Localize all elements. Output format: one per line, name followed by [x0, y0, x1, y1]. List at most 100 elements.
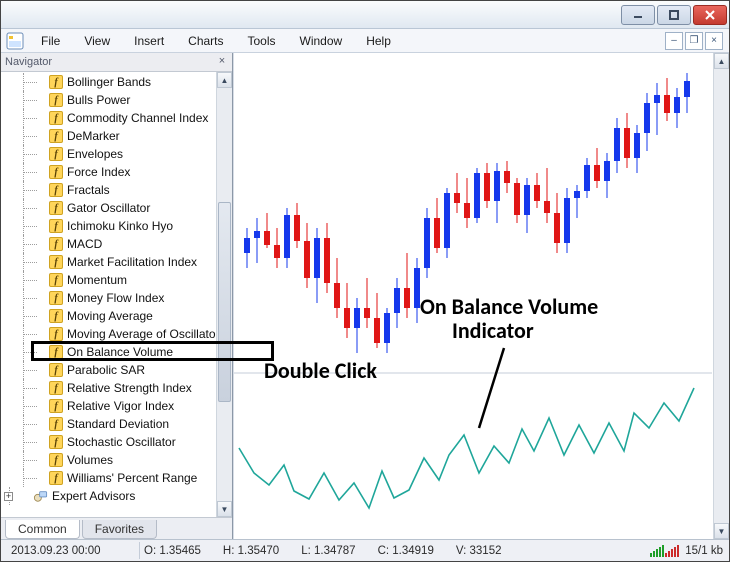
indicator-item[interactable]: fCommodity Channel Index — [1, 109, 216, 127]
navigator-tree[interactable]: f Bollinger Bands f Bulls Power fCommodity C… — [1, 72, 216, 517]
indicator-label: Standard Deviation — [67, 417, 169, 431]
indicator-icon: f — [49, 237, 63, 251]
window-maximize-button[interactable] — [657, 5, 691, 25]
indicator-icon: f — [49, 291, 63, 305]
menu-help[interactable]: Help — [354, 30, 403, 52]
indicator-item[interactable]: f Bulls Power — [1, 91, 216, 109]
status-volume: V: 33152 — [456, 545, 502, 557]
indicator-icon: f — [49, 201, 63, 215]
mdi-close-button[interactable]: × — [705, 32, 723, 50]
menu-insert[interactable]: Insert — [122, 30, 176, 52]
indicator-label: Relative Strength Index — [67, 381, 192, 395]
indicator-item[interactable]: fIchimoku Kinko Hyo — [1, 217, 216, 235]
navigator-tab-favorites[interactable]: Favorites — [82, 520, 157, 539]
scroll-thumb[interactable] — [218, 202, 231, 402]
indicator-icon: f — [49, 471, 63, 485]
indicator-label: DeMarker — [67, 129, 120, 143]
expert-advisors-label: Expert Advisors — [52, 489, 135, 503]
indicator-icon: f — [49, 327, 63, 341]
expert-advisors-item[interactable]: + Expert Advisors — [1, 487, 216, 505]
chart-scrollbar-v[interactable]: ▲ ▼ — [713, 53, 729, 539]
status-datetime: 2013.09.23 00:00 — [7, 545, 135, 557]
indicator-label: Fractals — [67, 183, 110, 197]
indicator-label: Stochastic Oscillator — [67, 435, 176, 449]
menu-file[interactable]: File — [29, 30, 72, 52]
chart-canvas — [234, 53, 712, 519]
indicator-icon: f — [49, 381, 63, 395]
tree-expand-icon[interactable]: + — [4, 492, 13, 501]
indicator-icon: f — [49, 93, 63, 107]
indicator-item[interactable]: f Money Flow Index — [1, 289, 216, 307]
indicator-label: MACD — [67, 237, 102, 251]
indicator-item[interactable]: f Gator Oscillator — [1, 199, 216, 217]
indicator-label: On Balance Volume — [67, 345, 173, 359]
indicator-icon: f — [49, 183, 63, 197]
indicator-item[interactable]: f On Balance Volume — [1, 343, 216, 361]
indicator-icon: f — [49, 165, 63, 179]
menu-view[interactable]: View — [72, 30, 122, 52]
indicator-item[interactable]: fMoving Average — [1, 307, 216, 325]
indicator-icon: f — [49, 273, 63, 287]
indicator-icon: f — [49, 75, 63, 89]
indicator-item[interactable]: f Moving Average of Oscillator — [1, 325, 216, 343]
indicator-item[interactable]: fMarket Facilitation Index — [1, 253, 216, 271]
indicator-item[interactable]: fVolumes — [1, 451, 216, 469]
navigator-tab-common[interactable]: Common — [5, 520, 80, 539]
indicator-item[interactable]: f Momentum — [1, 271, 216, 289]
app-icon — [5, 31, 25, 51]
indicator-label: Moving Average — [67, 309, 153, 323]
indicator-item[interactable]: f Parabolic SAR — [1, 361, 216, 379]
indicator-icon: f — [49, 435, 63, 449]
indicator-item[interactable]: f Force Index — [1, 163, 216, 181]
window-close-button[interactable] — [693, 5, 727, 25]
chart-area[interactable]: ▲ ▼ Double Click On Balance Volume Indic… — [233, 53, 729, 539]
window-titlebar — [1, 1, 729, 29]
menu-charts[interactable]: Charts — [176, 30, 235, 52]
indicator-icon: f — [49, 417, 63, 431]
indicator-label: Bollinger Bands — [67, 75, 151, 89]
indicator-item[interactable]: f Stochastic Oscillator — [1, 433, 216, 451]
statusbar: 2013.09.23 00:00 O: 1.35465 H: 1.35470 L… — [1, 539, 729, 561]
mdi-restore-button[interactable]: ❐ — [685, 32, 703, 50]
indicator-item[interactable]: fWilliams' Percent Range — [1, 469, 216, 487]
chart-scroll-up[interactable]: ▲ — [714, 53, 729, 69]
scroll-up-button[interactable]: ▲ — [217, 72, 232, 88]
navigator-panel: Navigator × f Bollinger Bands f Bulls Power… — [1, 53, 233, 539]
indicator-item[interactable]: f Standard Deviation — [1, 415, 216, 433]
indicator-item[interactable]: f Envelopes — [1, 145, 216, 163]
indicator-label: Force Index — [67, 165, 130, 179]
indicator-label: Gator Oscillator — [67, 201, 150, 215]
mdi-minimize-button[interactable]: – — [665, 32, 683, 50]
indicator-item[interactable]: f Fractals — [1, 181, 216, 199]
navigator-scrollbar[interactable]: ▲ ▼ — [216, 72, 232, 517]
indicator-icon: f — [49, 345, 63, 359]
indicator-item[interactable]: f Bollinger Bands — [1, 73, 216, 91]
indicator-label: Envelopes — [67, 147, 123, 161]
status-open: O: 1.35465 — [144, 545, 201, 557]
indicator-item[interactable]: f MACD — [1, 235, 216, 253]
status-close: C: 1.34919 — [378, 545, 434, 557]
indicator-label: Momentum — [67, 273, 127, 287]
indicator-item[interactable]: fRelative Vigor Index — [1, 397, 216, 415]
navigator-close-button[interactable]: × — [216, 56, 228, 68]
menu-window[interactable]: Window — [288, 30, 355, 52]
indicator-label: Bulls Power — [67, 93, 130, 107]
indicator-icon: f — [49, 147, 63, 161]
indicator-label: Parabolic SAR — [67, 363, 145, 377]
menu-tools[interactable]: Tools — [236, 30, 288, 52]
window-minimize-button[interactable] — [621, 5, 655, 25]
indicator-item[interactable]: f DeMarker — [1, 127, 216, 145]
indicator-icon: f — [49, 111, 63, 125]
indicator-label: Moving Average of Oscillator — [67, 327, 216, 341]
indicator-icon: f — [49, 129, 63, 143]
status-high: H: 1.35470 — [223, 545, 279, 557]
indicator-item[interactable]: f Relative Strength Index — [1, 379, 216, 397]
indicator-label: Market Facilitation Index — [67, 255, 197, 269]
connection-bars-icon — [650, 544, 679, 557]
indicator-label: Relative Vigor Index — [67, 399, 174, 413]
scroll-down-button[interactable]: ▼ — [217, 501, 232, 517]
navigator-title: Navigator — [5, 56, 52, 68]
indicator-icon: f — [49, 363, 63, 377]
chart-scroll-down[interactable]: ▼ — [714, 523, 729, 539]
indicator-label: Money Flow Index — [67, 291, 164, 305]
